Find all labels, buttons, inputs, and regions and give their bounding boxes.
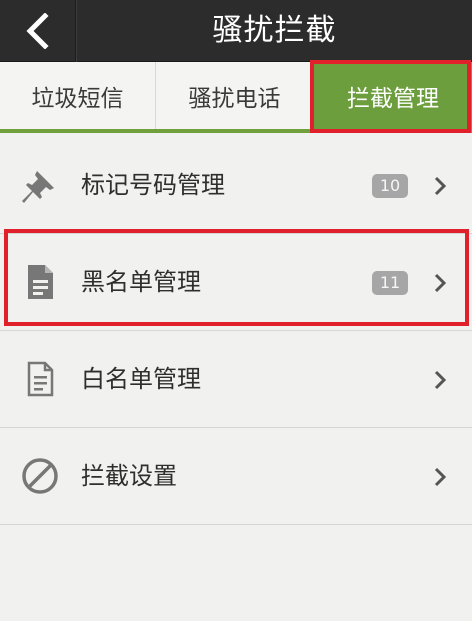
title-bar: 骚扰拦截: [0, 0, 472, 62]
list-item-label: 黑名单管理: [81, 268, 201, 296]
chevron-right-icon: [434, 176, 447, 196]
block-icon: [20, 456, 60, 496]
list-item-label: 标记号码管理: [81, 171, 225, 199]
list-item-blacklist[interactable]: 黑名单管理 11: [0, 234, 472, 331]
back-button[interactable]: [0, 0, 75, 62]
chevron-right-icon: [434, 370, 447, 390]
document-filled-icon: [20, 262, 60, 302]
pushpin-icon: [20, 165, 60, 205]
list-item-whitelist[interactable]: 白名单管理: [0, 331, 472, 428]
list-item-label: 拦截设置: [81, 462, 177, 490]
tab-spam-sms[interactable]: 垃圾短信: [0, 62, 156, 129]
document-outline-icon: [20, 359, 60, 399]
count-badge: 10: [372, 174, 408, 198]
list-item-marked-numbers[interactable]: 标记号码管理 10: [0, 137, 472, 234]
count-badge: 11: [372, 271, 408, 295]
tab-bar: 垃圾短信 骚扰电话 拦截管理: [0, 62, 472, 133]
tab-block-management[interactable]: 拦截管理: [314, 62, 472, 129]
list-item-block-settings[interactable]: 拦截设置: [0, 428, 472, 525]
chevron-right-icon: [434, 273, 447, 293]
list-item-label: 白名单管理: [81, 365, 201, 393]
chevron-right-icon: [434, 467, 447, 487]
chevron-left-icon: [25, 13, 49, 49]
page-title: 骚扰拦截: [212, 13, 337, 48]
tab-harassment-calls[interactable]: 骚扰电话: [157, 62, 313, 129]
